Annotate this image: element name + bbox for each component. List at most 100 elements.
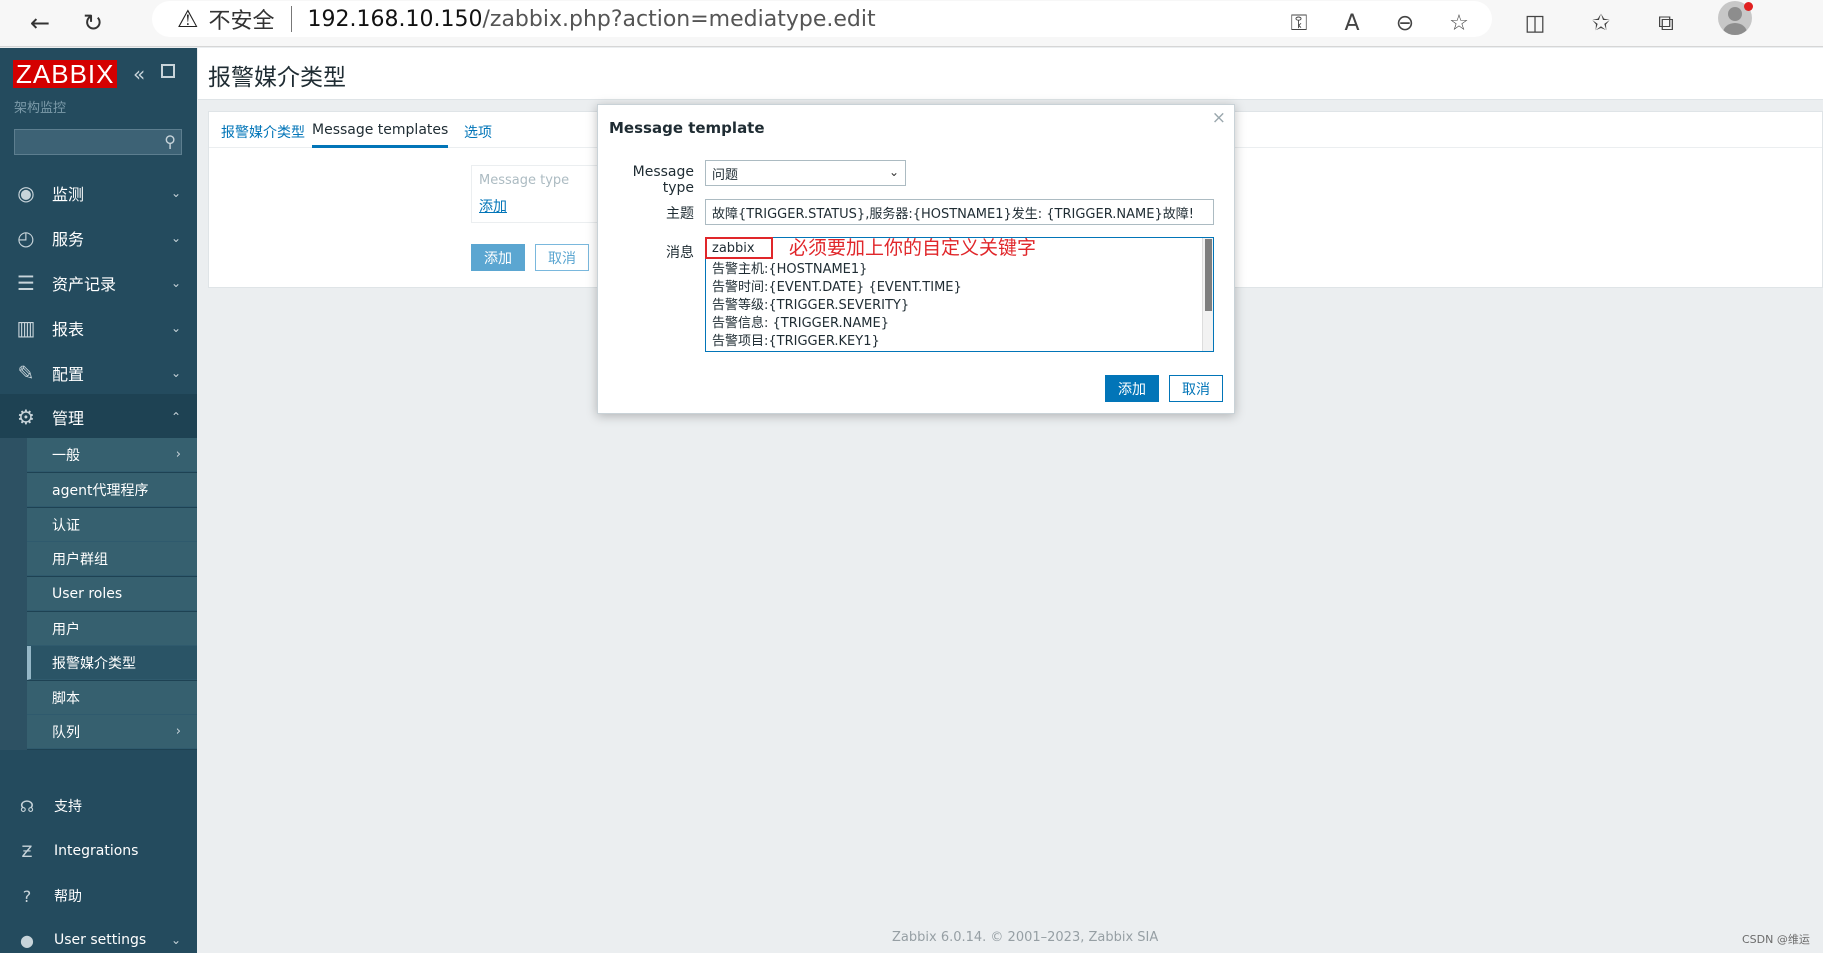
message-line: 告警项目:{TRIGGER.KEY1}: [712, 334, 880, 349]
chevron-right-icon: ›: [175, 447, 181, 462]
tab-options[interactable]: 选项: [464, 122, 492, 142]
search-icon[interactable]: ⚲: [164, 132, 176, 151]
kiosk-mode-icon[interactable]: [161, 64, 175, 78]
menu-monitoring[interactable]: ◉ 监测 ⌄: [0, 170, 197, 215]
message-template-dialog: Message template × Message type 问题 ⌄ 主题 …: [597, 104, 1235, 414]
submenu-label: 一般: [52, 447, 80, 464]
tab-message-templates[interactable]: Message templates: [312, 122, 449, 148]
dialog-cancel-button[interactable]: 取消: [1169, 375, 1223, 402]
insecure-label: 不安全: [208, 9, 275, 34]
menu-help[interactable]: ? 帮助: [0, 876, 197, 916]
menu-label: User settings: [54, 932, 147, 948]
message-type-label: Message type: [632, 164, 694, 196]
wrench-icon: ✎: [17, 360, 35, 385]
menu-label: 监测: [52, 184, 85, 204]
page-title: 报警媒介类型: [208, 65, 346, 91]
watermark: CSDN @维运: [1742, 933, 1810, 946]
close-icon[interactable]: ×: [1212, 108, 1226, 128]
chevron-down-icon: ⌄: [170, 275, 181, 290]
menu-label: 支持: [54, 799, 82, 815]
page-header: 报警媒介类型: [198, 48, 1823, 100]
submenu-queue[interactable]: 队列 ›: [27, 715, 197, 749]
dialog-title: Message template: [609, 119, 765, 137]
menu-label: 管理: [52, 408, 85, 428]
textarea-scrollbar[interactable]: [1202, 238, 1213, 351]
menu-label: 配置: [52, 364, 85, 384]
zabbix-logo[interactable]: ZABBIX: [13, 60, 118, 88]
message-line: 告警主机:{HOSTNAME1}: [712, 262, 868, 277]
chevron-up-icon: ⌃: [170, 409, 181, 424]
zoom-icon[interactable]: ⊖: [1385, 4, 1425, 42]
chevron-down-icon: ⌄: [170, 185, 181, 200]
message-templates-table: Message type 添加: [471, 165, 611, 223]
help-icon: ?: [22, 886, 32, 906]
menu-administration[interactable]: ⚙ 管理 ⌃: [0, 394, 197, 439]
add-template-link[interactable]: 添加: [479, 196, 507, 216]
message-label: 消息: [666, 245, 694, 261]
menu-integrations[interactable]: Ƶ Integrations: [0, 831, 197, 871]
scrollbar-thumb[interactable]: [1205, 239, 1212, 311]
split-screen-icon[interactable]: ◫: [1515, 4, 1555, 42]
menu-label: Integrations: [54, 843, 139, 859]
tab-media-type[interactable]: 报警媒介类型: [221, 122, 305, 142]
menu-support[interactable]: ☊ 支持: [0, 786, 197, 826]
headset-icon: ☊: [19, 796, 35, 816]
favorite-add-icon[interactable]: ☆: [1439, 4, 1479, 42]
menu-services[interactable]: ◴ 服务 ⌄: [0, 215, 197, 260]
menu-reports[interactable]: ▥ 报表 ⌄: [0, 305, 197, 350]
submenu-label: 脚本: [52, 690, 80, 707]
chevron-right-icon: ›: [175, 724, 181, 739]
submenu-proxies[interactable]: agent代理程序: [27, 473, 197, 507]
sidebar-search-input[interactable]: ⚲: [14, 129, 182, 155]
url-path: /zabbix.php?action=mediatype.edit: [482, 6, 876, 32]
key-icon[interactable]: ⚿: [1279, 4, 1319, 42]
menu-label: 资产记录: [52, 274, 117, 294]
submenu-scripts[interactable]: 脚本: [27, 681, 197, 715]
menu-label: 帮助: [54, 889, 82, 905]
keyword-highlight-box: [705, 237, 773, 259]
refresh-icon[interactable]: ↻: [73, 4, 113, 42]
warning-icon: ⚠: [177, 5, 199, 33]
submenu-media-types[interactable]: 报警媒介类型: [27, 646, 197, 680]
message-line: 告警信息: {TRIGGER.NAME}: [712, 316, 889, 331]
favorites-icon[interactable]: ✩: [1581, 4, 1621, 42]
admin-submenu: 一般 › agent代理程序 认证 用户群组 User roles 用户 报警媒介…: [0, 438, 197, 750]
dialog-add-button[interactable]: 添加: [1105, 375, 1159, 402]
submenu-label: 用户: [52, 621, 80, 638]
subject-value: 故障{TRIGGER.STATUS},服务器:{HOSTNAME1}发生: {T…: [712, 206, 1194, 222]
bar-chart-icon: ▥: [16, 315, 36, 340]
submenu-label: User roles: [52, 585, 123, 602]
submenu-label: 用户群组: [52, 551, 108, 568]
column-header-message-type: Message type: [479, 173, 570, 188]
back-icon[interactable]: ←: [20, 4, 60, 42]
subject-input[interactable]: 故障{TRIGGER.STATUS},服务器:{HOSTNAME1}发生: {T…: [705, 199, 1214, 225]
menu-label: 服务: [52, 229, 85, 249]
menu-user-settings[interactable]: ● User settings ⌄: [0, 920, 197, 953]
cancel-button[interactable]: 取消: [535, 244, 589, 271]
annotation-text: 必须要加上你的自定义关键字: [789, 237, 1037, 259]
server-name: 架构监控: [14, 101, 67, 116]
submenu-label: agent代理程序: [52, 482, 149, 499]
chevron-down-icon: ⌄: [888, 165, 899, 179]
chevron-down-icon: ⌄: [170, 230, 181, 245]
menu-configuration[interactable]: ✎ 配置 ⌄: [0, 350, 197, 395]
menu-label: 报表: [52, 319, 85, 339]
read-aloud-icon[interactable]: A: [1332, 4, 1372, 42]
clock-icon: ◴: [17, 225, 35, 250]
submenu-label: 认证: [52, 517, 80, 534]
submenu-user-roles[interactable]: User roles: [27, 577, 197, 611]
sidebar: ZABBIX « 架构监控 ⚲ ◉ 监测 ⌄ ◴ 服务 ⌄ ☰ 资产记录 ⌄ ▥ 报表 ⌄ ✎ 配…: [0, 48, 197, 953]
message-type-value: 问题: [712, 167, 739, 183]
collections-icon[interactable]: ⧉: [1646, 4, 1686, 42]
gear-icon: ⚙: [17, 404, 35, 429]
integrations-icon: Ƶ: [21, 841, 33, 861]
submenu-general[interactable]: 一般 ›: [27, 438, 197, 472]
menu-inventory[interactable]: ☰ 资产记录 ⌄: [0, 260, 197, 305]
submenu-users[interactable]: 用户: [27, 612, 197, 646]
submenu-user-groups[interactable]: 用户群组: [27, 542, 197, 576]
add-button[interactable]: 添加: [471, 244, 525, 271]
submenu-authentication[interactable]: 认证: [27, 508, 197, 542]
url-host: 192.168.10.150: [307, 6, 483, 32]
collapse-sidebar-icon[interactable]: «: [133, 62, 145, 86]
message-type-select[interactable]: 问题 ⌄: [705, 160, 906, 186]
